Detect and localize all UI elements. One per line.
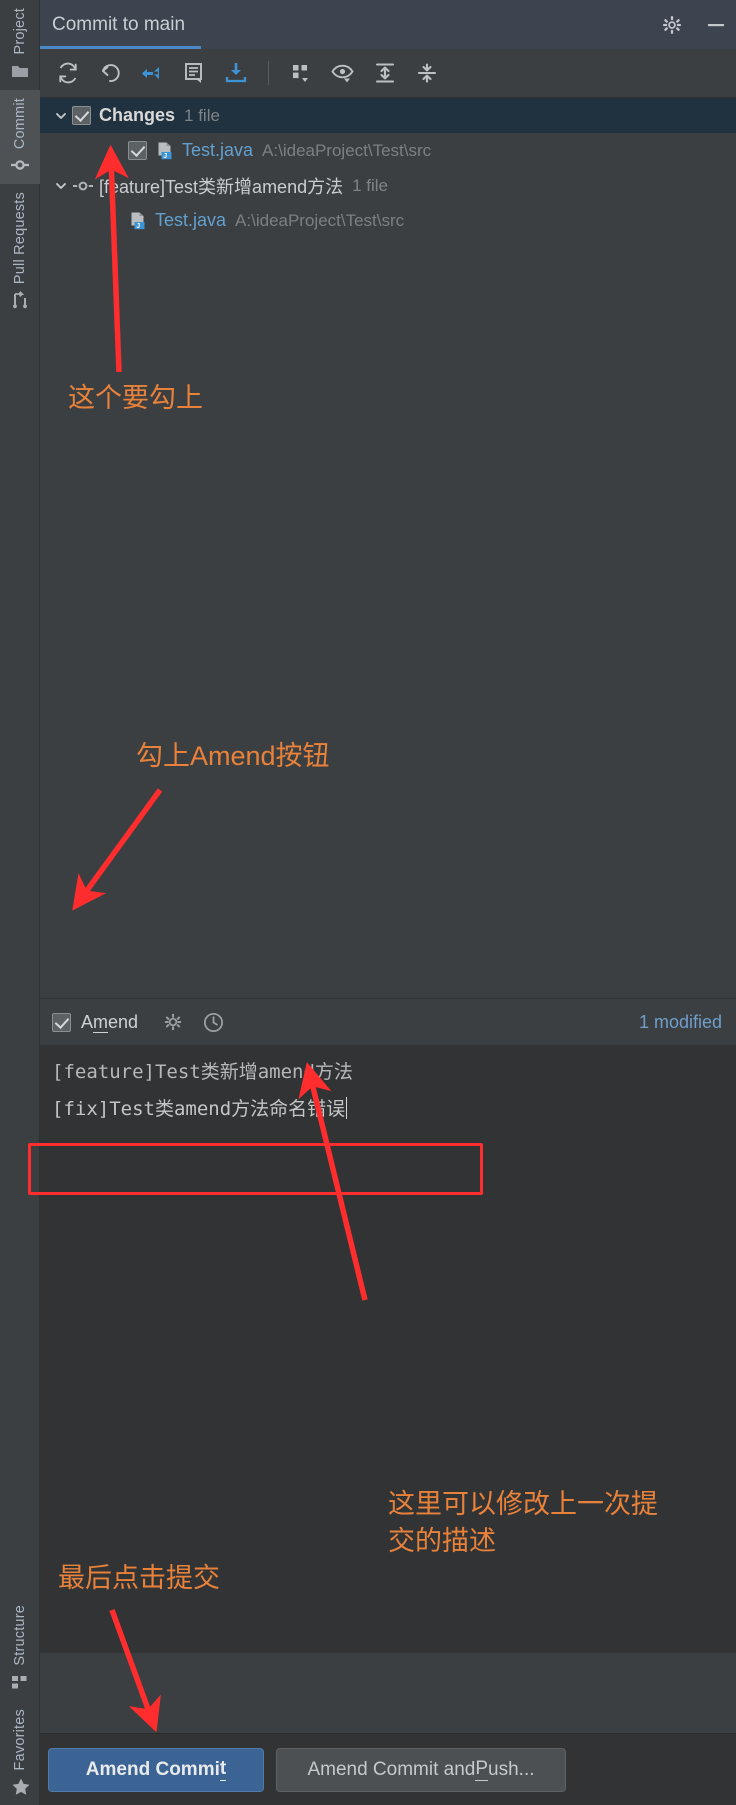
sidebar-item-project[interactable]: Project: [0, 0, 40, 90]
structure-icon: [11, 1673, 29, 1691]
tab-active-underline: [40, 46, 202, 49]
table-row[interactable]: J Test.java A:\ideaProject\Test\src: [40, 133, 736, 168]
gear-icon[interactable]: [160, 1009, 186, 1035]
pull-request-icon: [11, 290, 29, 309]
sidebar-item-structure-label: Structure: [12, 1604, 28, 1666]
amend-commit-button-prefix: Amend Commi: [85, 1758, 220, 1780]
amend-bar: Amend 1 modified: [40, 998, 736, 1045]
commit-node-title: [feature]Test类新增amend方法: [99, 176, 344, 197]
amend-checkbox[interactable]: [52, 1012, 71, 1032]
sidebar-item-structure[interactable]: Structure: [0, 1597, 40, 1701]
changes-root-count: 1 file: [184, 105, 220, 125]
collapse-all-icon[interactable]: [409, 55, 445, 91]
amend-label-prefix: A: [81, 1011, 94, 1032]
change-file-name: Test.java: [182, 140, 254, 160]
table-row[interactable]: J Test.java A:\ideaProject\Test\src: [40, 203, 736, 238]
changes-root-row[interactable]: Changes 1 file: [40, 98, 736, 133]
amend-commit-push-suffix: ush...: [488, 1758, 535, 1780]
commit-button-bar: Amend Commi t Amend Commit and Push...: [40, 1733, 736, 1805]
commit-message-current-line[interactable]: [fix]Test类amend方法命名错误: [40, 1088, 736, 1125]
git-commit-icon: [72, 177, 94, 195]
changes-root-label: Changes: [99, 105, 176, 125]
sidebar-item-commit-label: Commit: [12, 97, 28, 149]
amend-label-suffix: end: [108, 1011, 139, 1032]
amend-commit-and-push-button[interactable]: Amend Commit and Push...: [276, 1747, 566, 1792]
commit-tool-window: Commit to main Changes 1 file J Test.jav…: [40, 0, 736, 1805]
tab-commit-to-main[interactable]: Commit to main: [40, 0, 202, 49]
get-from-vcs-icon[interactable]: [218, 55, 254, 91]
commit-message-previous-line: [feature]Test类新增amend方法: [52, 1061, 353, 1083]
folder-icon: [11, 62, 29, 80]
refresh-changes-icon[interactable]: [50, 55, 86, 91]
minimize-icon[interactable]: [704, 13, 728, 37]
commit-node-count: 1 file: [352, 175, 389, 195]
header-actions: [660, 0, 728, 49]
commit-node-row[interactable]: [feature]Test类新增amend方法 1 file: [40, 168, 736, 203]
amend-commit-push-prefix: Amend Commit and: [307, 1758, 476, 1780]
sidebar-item-favorites[interactable]: Favorites: [0, 1701, 40, 1805]
preview-diff-icon[interactable]: [325, 55, 361, 91]
sidebar-item-commit[interactable]: Commit: [0, 89, 40, 184]
toolbar-separator: [268, 61, 269, 85]
commit-toolbar: [40, 49, 736, 98]
amend-commit-button[interactable]: Amend Commi t: [48, 1747, 264, 1792]
tool-window-rail: Project Commit Pull Requests Structure F…: [0, 0, 40, 1805]
rail-bottom-group: Structure Favorites: [0, 1597, 40, 1805]
changes-root-checkbox[interactable]: [72, 106, 91, 125]
sidebar-item-favorites-label: Favorites: [12, 1708, 28, 1770]
amend-label[interactable]: Amend: [81, 1011, 139, 1033]
commit-message-editor[interactable]: [feature]Test类新增amend方法 [fix]Test类amend方…: [40, 1045, 736, 1653]
amend-commit-button-mnemonic: t: [219, 1758, 227, 1781]
java-file-icon: J: [155, 141, 175, 161]
sidebar-item-pull-requests[interactable]: Pull Requests: [0, 184, 40, 319]
rollback-icon[interactable]: [92, 55, 128, 91]
commit-file-name: Test.java: [155, 210, 227, 230]
change-file-path: A:\ideaProject\Test\src: [262, 140, 432, 160]
changes-tree: Changes 1 file J Test.java A:\ideaProjec…: [40, 98, 736, 238]
change-file-checkbox[interactable]: [128, 141, 147, 160]
rail-top-group: Project Commit Pull Requests: [0, 0, 40, 319]
star-icon: [11, 1777, 30, 1795]
svg-text:J: J: [163, 153, 167, 160]
changes-empty-space: [40, 238, 736, 998]
group-by-icon[interactable]: [283, 55, 319, 91]
sidebar-item-pull-requests-label: Pull Requests: [12, 191, 28, 284]
commit-header: Commit to main: [40, 0, 736, 49]
amend-commit-push-mnemonic: P: [475, 1758, 489, 1781]
gear-icon[interactable]: [660, 13, 684, 37]
chevron-down-icon[interactable]: [50, 109, 72, 123]
clock-history-icon[interactable]: [200, 1009, 226, 1035]
sidebar-item-project-label: Project: [12, 8, 28, 55]
commit-node-icon: [11, 156, 29, 174]
java-file-icon: J: [128, 211, 148, 231]
text-caret: [346, 1097, 348, 1119]
modified-count-label: 1 modified: [638, 1011, 722, 1032]
shelve-silently-icon[interactable]: [134, 55, 170, 91]
show-diff-icon[interactable]: [176, 55, 212, 91]
commit-message-text: [fix]Test类amend方法命名错误: [52, 1098, 346, 1120]
chevron-down-icon[interactable]: [50, 179, 72, 193]
commit-file-path: A:\ideaProject\Test\src: [235, 210, 405, 230]
amend-label-mnemonic: m: [93, 1011, 109, 1033]
tab-commit-to-main-label: Commit to main: [52, 13, 186, 35]
expand-all-icon[interactable]: [367, 55, 403, 91]
svg-text:J: J: [136, 223, 140, 230]
